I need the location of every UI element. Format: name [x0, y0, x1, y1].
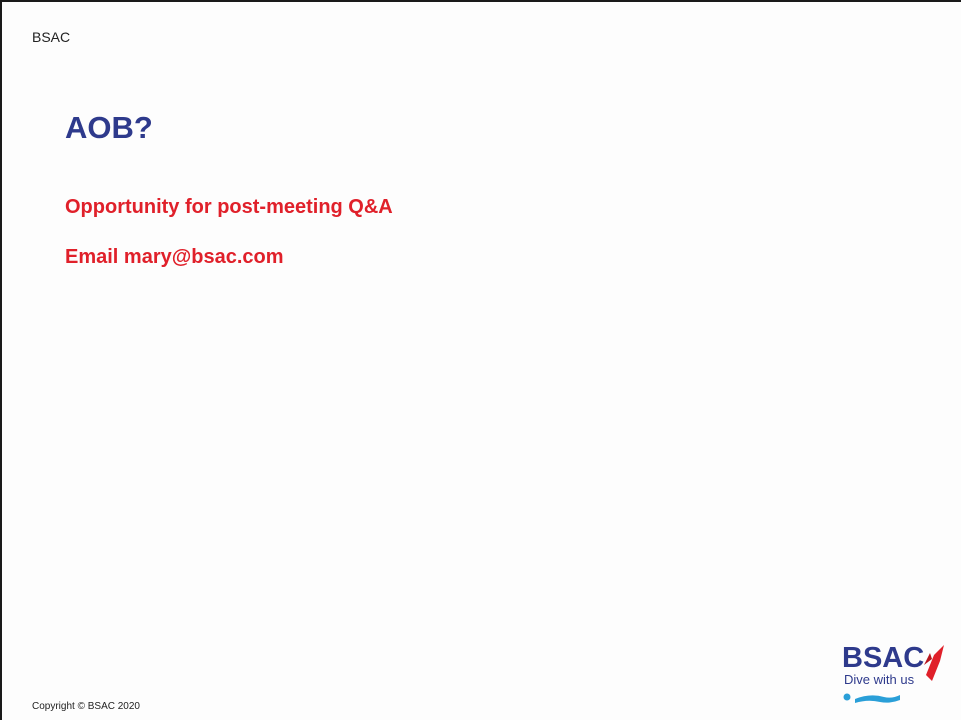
- logo-dot-icon: [843, 693, 851, 701]
- header-org-label: BSAC: [32, 29, 71, 45]
- bullet-item-email: Email mary@bsac.com: [65, 246, 284, 268]
- slide-title: AOB?: [65, 110, 153, 145]
- logo-wave-icon: [855, 695, 900, 703]
- bullet-item-qa: Opportunity for post-meeting Q&A: [65, 196, 393, 218]
- bullet-list: Opportunity for post-meeting Q&A Email m…: [65, 195, 393, 295]
- logo-tagline: Dive with us: [844, 672, 915, 687]
- logo-wordmark: BSAC: [842, 642, 924, 674]
- logo-flag-icon: [926, 645, 944, 681]
- footer-copyright: Copyright © BSAC 2020: [32, 701, 140, 712]
- bsac-logo-graphic: BSAC Dive with us: [842, 642, 944, 703]
- bsac-logo: BSAC Dive with us: [840, 637, 952, 713]
- slide: BSAC AOB? Opportunity for post-meeting Q…: [0, 0, 961, 720]
